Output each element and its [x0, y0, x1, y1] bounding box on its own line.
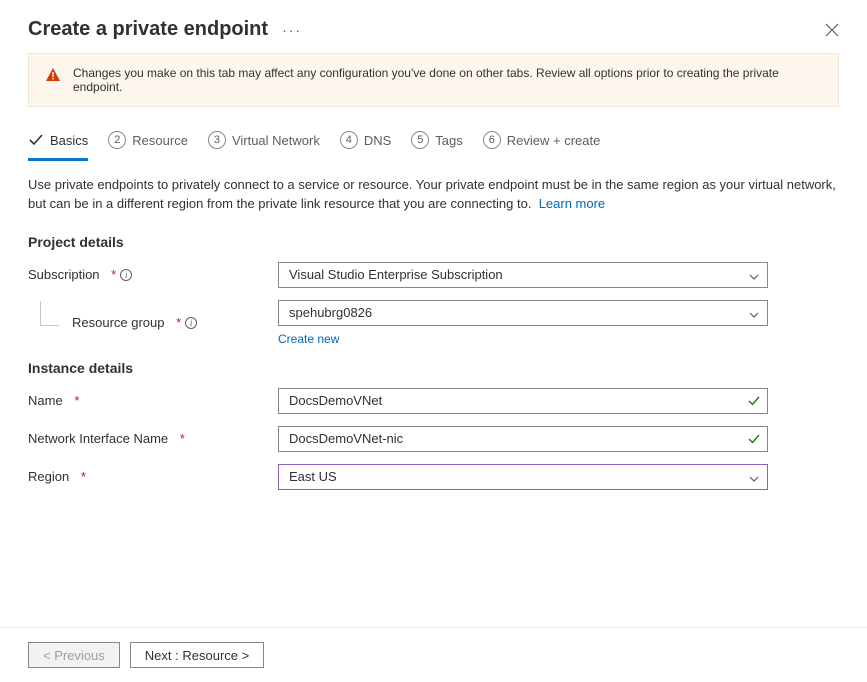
- tab-label: Virtual Network: [232, 133, 320, 148]
- tab-resource[interactable]: 2 Resource: [108, 125, 188, 162]
- more-menu-icon[interactable]: ···: [282, 22, 302, 38]
- info-icon[interactable]: i: [120, 269, 132, 281]
- section-instance-details: Instance details: [28, 360, 839, 376]
- warning-icon: [45, 67, 61, 83]
- next-button[interactable]: Next : Resource >: [130, 642, 264, 668]
- tab-label: Resource: [132, 133, 188, 148]
- step-number-icon: 6: [483, 131, 501, 149]
- intro-text: Use private endpoints to privately conne…: [28, 176, 839, 214]
- select-value: East US: [289, 469, 337, 484]
- label-subscription: Subscription * i: [28, 267, 278, 282]
- tab-review-create[interactable]: 6 Review + create: [483, 125, 601, 162]
- resource-group-select[interactable]: spehubrg0826: [278, 300, 768, 326]
- previous-button: < Previous: [28, 642, 120, 668]
- subscription-select[interactable]: Visual Studio Enterprise Subscription: [278, 262, 768, 288]
- learn-more-link[interactable]: Learn more: [539, 196, 605, 211]
- label-resource-group: Resource group * i: [28, 315, 278, 330]
- step-number-icon: 3: [208, 131, 226, 149]
- close-icon[interactable]: [825, 23, 839, 37]
- checkmark-icon: [28, 132, 44, 148]
- tab-tags[interactable]: 5 Tags: [411, 125, 462, 162]
- tab-label: Basics: [50, 133, 88, 148]
- name-input[interactable]: [278, 388, 768, 414]
- tab-label: DNS: [364, 133, 391, 148]
- section-project-details: Project details: [28, 234, 839, 250]
- step-number-icon: 5: [411, 131, 429, 149]
- select-value: Visual Studio Enterprise Subscription: [289, 267, 503, 282]
- region-select[interactable]: East US: [278, 464, 768, 490]
- tab-dns[interactable]: 4 DNS: [340, 125, 391, 162]
- footer: < Previous Next : Resource >: [0, 627, 867, 682]
- alert-text: Changes you make on this tab may affect …: [73, 66, 822, 94]
- x-icon: [825, 23, 839, 37]
- label-region: Region *: [28, 469, 278, 484]
- chevron-down-icon: [749, 472, 759, 482]
- step-number-icon: 2: [108, 131, 126, 149]
- page-title: Create a private endpoint: [28, 18, 268, 41]
- warning-alert: Changes you make on this tab may affect …: [28, 53, 839, 107]
- label-name: Name *: [28, 393, 278, 408]
- tab-virtual-network[interactable]: 3 Virtual Network: [208, 125, 320, 162]
- tab-basics[interactable]: Basics: [28, 126, 88, 161]
- tab-label: Review + create: [507, 133, 601, 148]
- tab-label: Tags: [435, 133, 462, 148]
- wizard-tabs: Basics 2 Resource 3 Virtual Network 4 DN…: [0, 125, 867, 162]
- step-number-icon: 4: [340, 131, 358, 149]
- select-value: spehubrg0826: [289, 305, 372, 320]
- chevron-down-icon: [749, 270, 759, 280]
- label-nic-name: Network Interface Name *: [28, 431, 278, 446]
- create-new-link[interactable]: Create new: [278, 332, 339, 346]
- info-icon[interactable]: i: [185, 317, 197, 329]
- nic-name-input[interactable]: [278, 426, 768, 452]
- chevron-down-icon: [749, 308, 759, 318]
